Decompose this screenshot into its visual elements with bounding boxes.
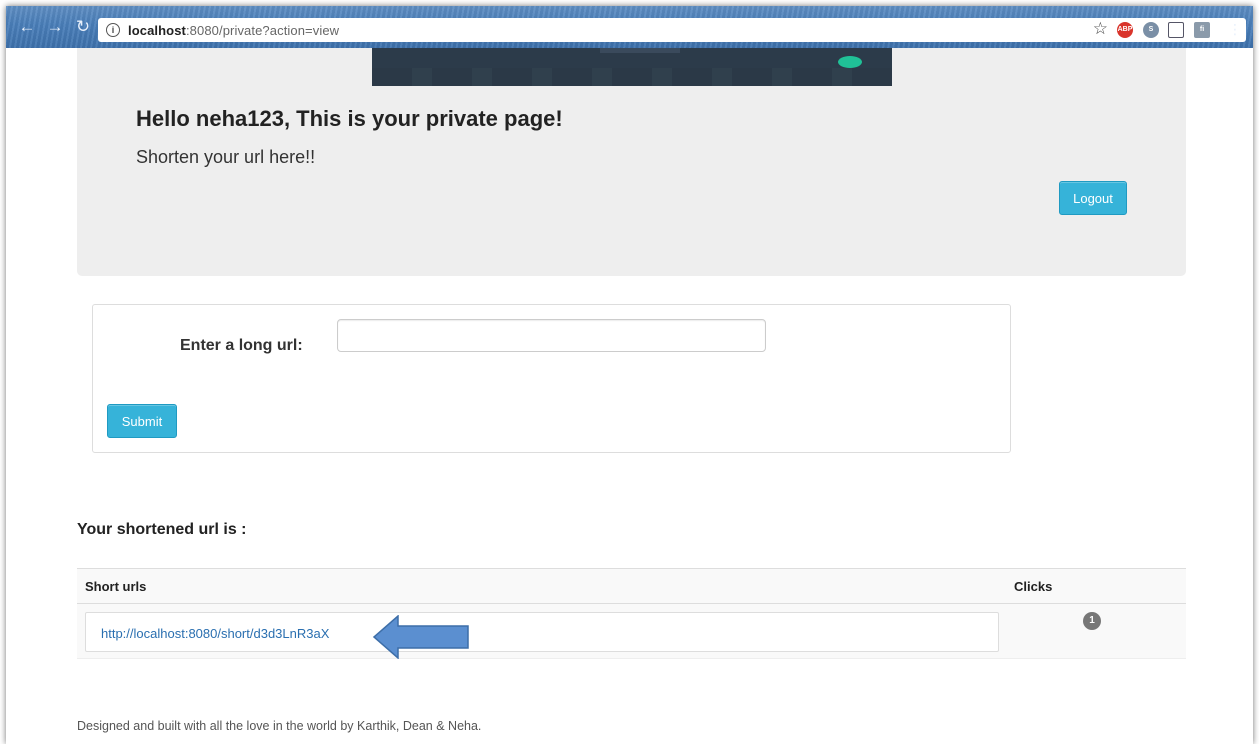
long-url-input[interactable] xyxy=(337,319,766,352)
short-url-link[interactable]: http://localhost:8080/short/d3d3LnR3aX xyxy=(101,626,329,641)
logout-button[interactable]: Logout xyxy=(1059,181,1127,215)
short-url-cell: http://localhost:8080/short/d3d3LnR3aX xyxy=(85,612,999,659)
short-urls-table: Short urls Clicks http://localhost:8080/… xyxy=(77,568,1186,660)
clicks-badge: 1 xyxy=(1083,612,1101,630)
page-title: Hello neha123, This is your private page… xyxy=(136,106,563,131)
submit-button[interactable]: Submit xyxy=(107,404,177,438)
extension-s-icon[interactable]: S xyxy=(1143,22,1159,38)
bookmark-star-icon[interactable]: ☆ xyxy=(1093,19,1108,39)
shorten-form-panel: Enter a long url: Submit xyxy=(92,304,1011,453)
browser-window: ← → ↻ i localhost:8080/private?action=vi… xyxy=(6,6,1253,744)
left-arrow-icon xyxy=(372,615,469,659)
menu-kebab-icon[interactable]: ⋮ xyxy=(1226,20,1244,38)
info-icon[interactable]: i xyxy=(106,23,120,37)
browser-toolbar: ← → ↻ i localhost:8080/private?action=vi… xyxy=(6,6,1253,48)
adblock-icon[interactable]: ABP xyxy=(1117,22,1133,38)
table-row: http://localhost:8080/short/d3d3LnR3aX 1 xyxy=(77,604,1186,659)
long-url-label: Enter a long url: xyxy=(180,337,303,354)
cast-icon[interactable] xyxy=(1168,22,1184,38)
forward-icon[interactable]: → xyxy=(46,18,64,36)
page-lead: Shorten your url here!! xyxy=(136,147,316,167)
address-url: localhost:8080/private?action=view xyxy=(128,22,340,38)
result-heading: Your shortened url is : xyxy=(77,521,247,538)
extension-fi-icon[interactable]: fi xyxy=(1194,22,1210,38)
address-bar[interactable]: i localhost:8080/private?action=view ☆ xyxy=(98,18,1246,42)
column-header-short-urls: Short urls xyxy=(85,579,147,594)
footer-text: Designed and built with all the love in … xyxy=(77,719,482,733)
jumbotron: Hello neha123, This is your private page… xyxy=(77,48,1186,276)
table-header: Short urls Clicks xyxy=(77,568,1186,604)
column-header-clicks: Clicks xyxy=(1014,579,1053,594)
reload-icon[interactable]: ↻ xyxy=(74,18,92,36)
banner-image xyxy=(372,48,892,86)
back-icon[interactable]: ← xyxy=(18,18,36,36)
